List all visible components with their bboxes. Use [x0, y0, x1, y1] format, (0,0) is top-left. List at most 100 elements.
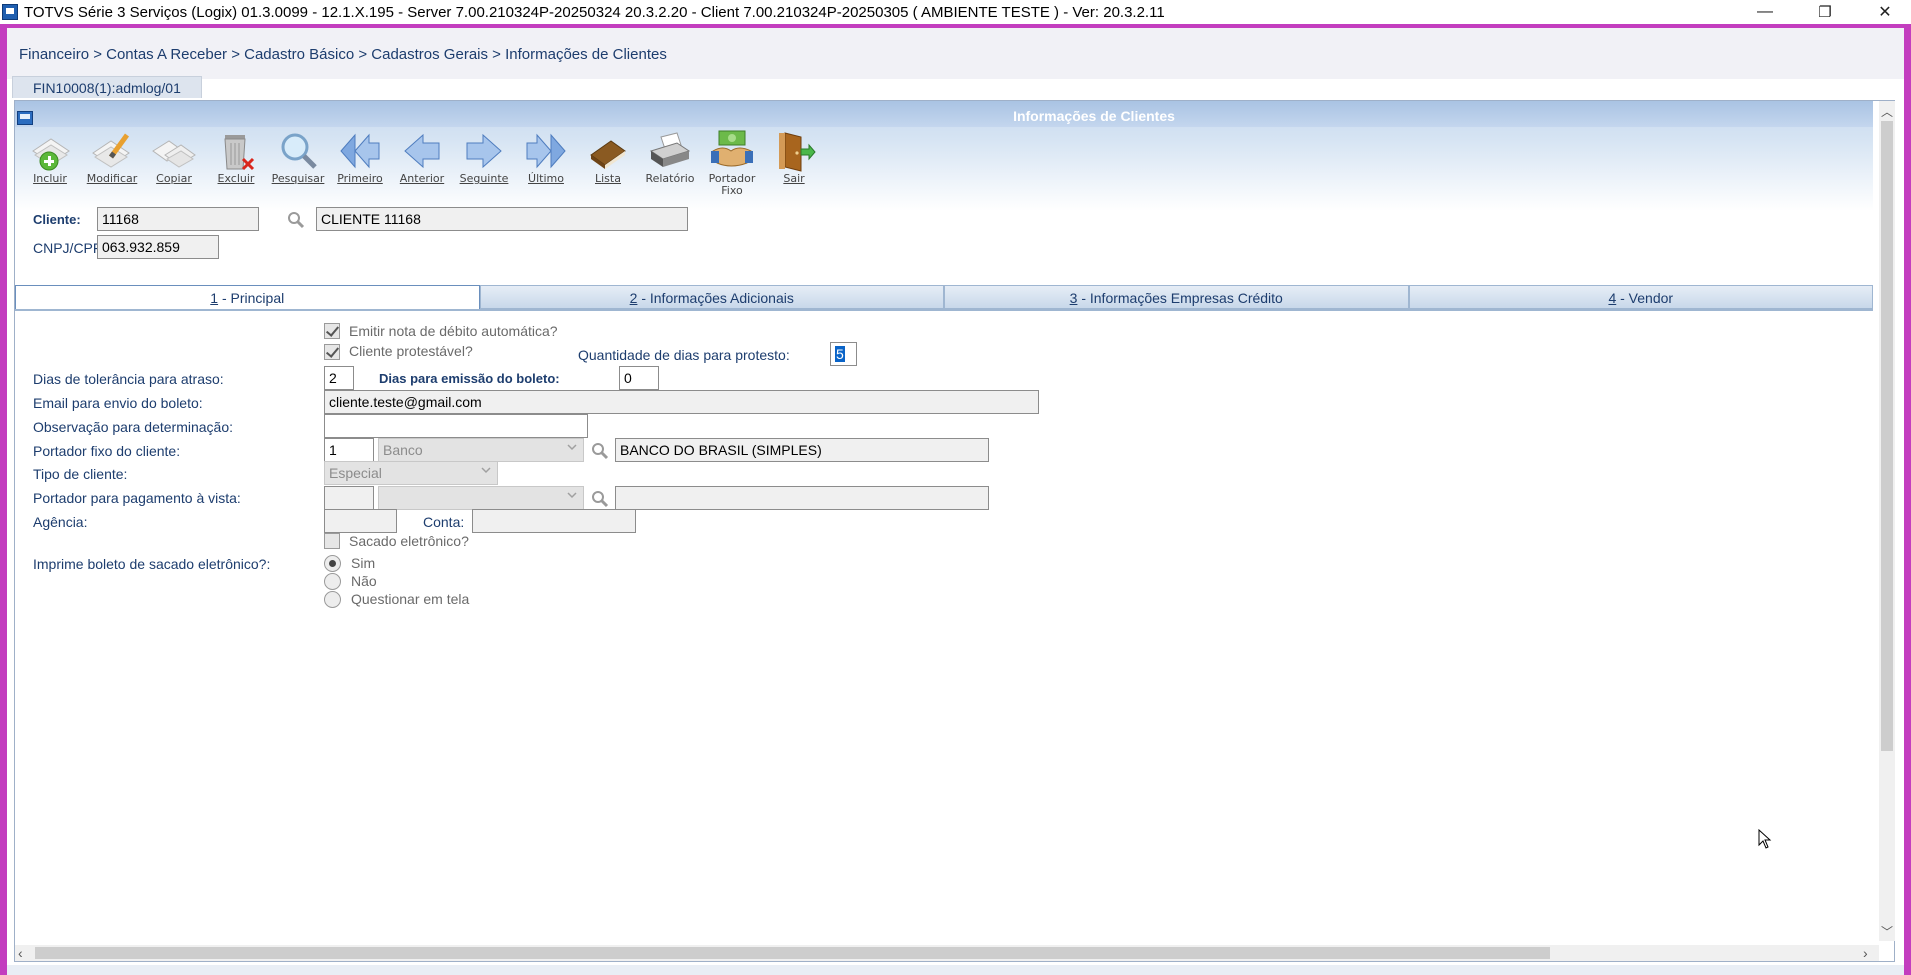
- dias-tolerancia-field[interactable]: 2: [324, 366, 354, 390]
- imprime-radio-questionar[interactable]: [324, 591, 341, 608]
- emitir-nota-checkbox[interactable]: [324, 323, 340, 339]
- dias-emissao-field[interactable]: 0: [619, 366, 659, 390]
- scroll-right-icon[interactable]: ›: [1863, 945, 1868, 961]
- copiar-button[interactable]: Copiar: [143, 129, 205, 199]
- ultimo-button[interactable]: Último: [515, 129, 577, 199]
- tab-informacoes-adicionais[interactable]: 2 - Informações Adicionais: [479, 285, 944, 309]
- horizontal-scrollbar[interactable]: ‹ ›: [15, 945, 1879, 961]
- title-bar: TOTVS Série 3 Serviços (Logix) 01.3.0099…: [0, 0, 1911, 24]
- chevron-down-icon: [481, 467, 491, 474]
- email-label: Email para envio do boleto:: [33, 395, 203, 411]
- magnifier-icon: [275, 129, 321, 173]
- vertical-scroll-thumb[interactable]: [1881, 121, 1893, 751]
- portador-fixo-type-select[interactable]: Banco: [378, 438, 584, 462]
- previous-arrow-icon: [399, 129, 445, 173]
- program-tabstrip: FIN10008(1):admlog/01: [12, 76, 202, 100]
- conta-field[interactable]: [472, 509, 636, 533]
- pesquisar-button[interactable]: Pesquisar: [267, 129, 329, 199]
- status-strip: [7, 965, 1904, 975]
- portador-fixo-name-field[interactable]: BANCO DO BRASIL (SIMPLES): [615, 438, 989, 462]
- form-title: Informações de Clientes: [1013, 108, 1175, 124]
- modificar-button[interactable]: Modificar: [81, 129, 143, 199]
- cliente-protestavel-label: Cliente protestável?: [349, 343, 473, 359]
- mouse-cursor-icon: [1758, 829, 1772, 849]
- tab-divider: [15, 309, 1873, 311]
- ultimo-label: Último: [528, 172, 564, 185]
- sacado-checkbox[interactable]: [324, 533, 340, 549]
- chevron-down-icon: [567, 444, 577, 451]
- tab-principal-label: - Principal: [218, 290, 285, 306]
- form-header: Informações de Clientes: [15, 101, 1873, 127]
- cliente-name-field[interactable]: CLIENTE 11168: [316, 207, 688, 231]
- next-arrow-icon: [461, 129, 507, 173]
- cliente-code-field[interactable]: 11168: [97, 207, 259, 231]
- email-field[interactable]: cliente.teste@gmail.com: [324, 390, 1039, 414]
- portador-fixo-label: Portador fixo do cliente:: [33, 443, 181, 459]
- add-document-icon: [27, 129, 73, 173]
- portador-vista-name-field[interactable]: [615, 486, 989, 510]
- relatorio-label: Relatório: [645, 172, 695, 185]
- scroll-left-icon[interactable]: ‹: [18, 945, 23, 961]
- relatorio-button[interactable]: Relatório: [639, 129, 701, 199]
- program-tab[interactable]: FIN10008(1):admlog/01: [12, 76, 202, 98]
- cnpj-field[interactable]: 063.932.859: [97, 235, 219, 259]
- excluir-label: Excluir: [217, 172, 255, 185]
- tab-principal[interactable]: 1 - Principal: [15, 285, 480, 309]
- close-button[interactable]: ✕: [1862, 0, 1908, 24]
- copy-document-icon: [151, 129, 197, 173]
- tab-informacoes-adicionais-label: - Informações Adicionais: [637, 290, 794, 306]
- dias-emissao-label: Dias para emissão do boleto:: [379, 371, 560, 386]
- incluir-label: Incluir: [33, 172, 67, 185]
- cliente-protestavel-checkbox[interactable]: [324, 344, 340, 360]
- pesquisar-label: Pesquisar: [271, 172, 325, 185]
- breadcrumb: Financeiro > Contas A Receber > Cadastro…: [7, 28, 1904, 79]
- portador-vista-type-select[interactable]: [378, 486, 584, 510]
- minimize-button[interactable]: —: [1742, 0, 1788, 24]
- excluir-button[interactable]: Excluir: [205, 129, 267, 199]
- cliente-lookup-icon[interactable]: [287, 211, 305, 229]
- client-area: Financeiro > Contas A Receber > Cadastro…: [7, 28, 1904, 975]
- qtd-dias-protesto-field[interactable]: 5: [830, 342, 857, 366]
- modificar-label: Modificar: [86, 172, 138, 185]
- observacao-label: Observação para determinação:: [33, 419, 233, 435]
- portador-vista-lookup-icon[interactable]: [591, 490, 609, 508]
- cliente-label: Cliente:: [33, 212, 81, 227]
- imprime-radio-sim[interactable]: [324, 555, 341, 572]
- restore-button[interactable]: ❐: [1802, 0, 1848, 24]
- tab-informacoes-empresas-credito[interactable]: 3 - Informações Empresas Crédito: [944, 285, 1409, 309]
- observacao-field[interactable]: [324, 414, 588, 438]
- sair-button[interactable]: Sair: [763, 129, 825, 199]
- sair-label: Sair: [783, 172, 805, 185]
- chevron-down-icon: [567, 492, 577, 499]
- tab-informacoes-empresas-credito-label: - Informações Empresas Crédito: [1077, 290, 1283, 306]
- portador-vista-code-field[interactable]: [324, 486, 374, 510]
- vertical-scrollbar[interactable]: ︿ ﹀: [1879, 101, 1895, 941]
- anterior-button[interactable]: Anterior: [391, 129, 453, 199]
- portador-fixo-label-line2: Fixo: [721, 184, 743, 197]
- exit-door-icon: [771, 129, 817, 173]
- incluir-button[interactable]: Incluir: [19, 129, 81, 199]
- primeiro-button[interactable]: Primeiro: [329, 129, 391, 199]
- agencia-field[interactable]: [324, 509, 397, 533]
- tipo-cliente-select[interactable]: Especial: [324, 461, 498, 485]
- dias-tolerancia-label: Dias de tolerância para atraso:: [33, 371, 224, 387]
- toolbar: Incluir Modificar Copiar Excluir Pesquis…: [19, 129, 825, 199]
- portador-fixo-type-value: Banco: [383, 442, 423, 458]
- imprime-radio-nao[interactable]: [324, 573, 341, 590]
- form-panel: Informações de Clientes Incluir Modifica…: [14, 100, 1895, 962]
- tab-vendor[interactable]: 4 - Vendor: [1408, 285, 1873, 309]
- imprime-option-sim: Sim: [351, 555, 376, 571]
- handshake-icon: [709, 129, 755, 173]
- scroll-down-icon[interactable]: ﹀: [1881, 923, 1893, 940]
- last-arrow-icon: [523, 129, 569, 173]
- portador-fixo-button[interactable]: Portador Fixo: [701, 129, 763, 199]
- lista-button[interactable]: Lista: [577, 129, 639, 199]
- portador-fixo-code-field[interactable]: 1: [324, 438, 374, 462]
- conta-label: Conta:: [423, 514, 465, 530]
- scroll-up-icon[interactable]: ︿: [1881, 103, 1893, 120]
- printer-icon: [647, 129, 693, 173]
- application-window: TOTVS Série 3 Serviços (Logix) 01.3.0099…: [0, 0, 1911, 975]
- horizontal-scroll-thumb[interactable]: [35, 947, 1550, 959]
- portador-fixo-lookup-icon[interactable]: [591, 442, 609, 460]
- seguinte-button[interactable]: Seguinte: [453, 129, 515, 199]
